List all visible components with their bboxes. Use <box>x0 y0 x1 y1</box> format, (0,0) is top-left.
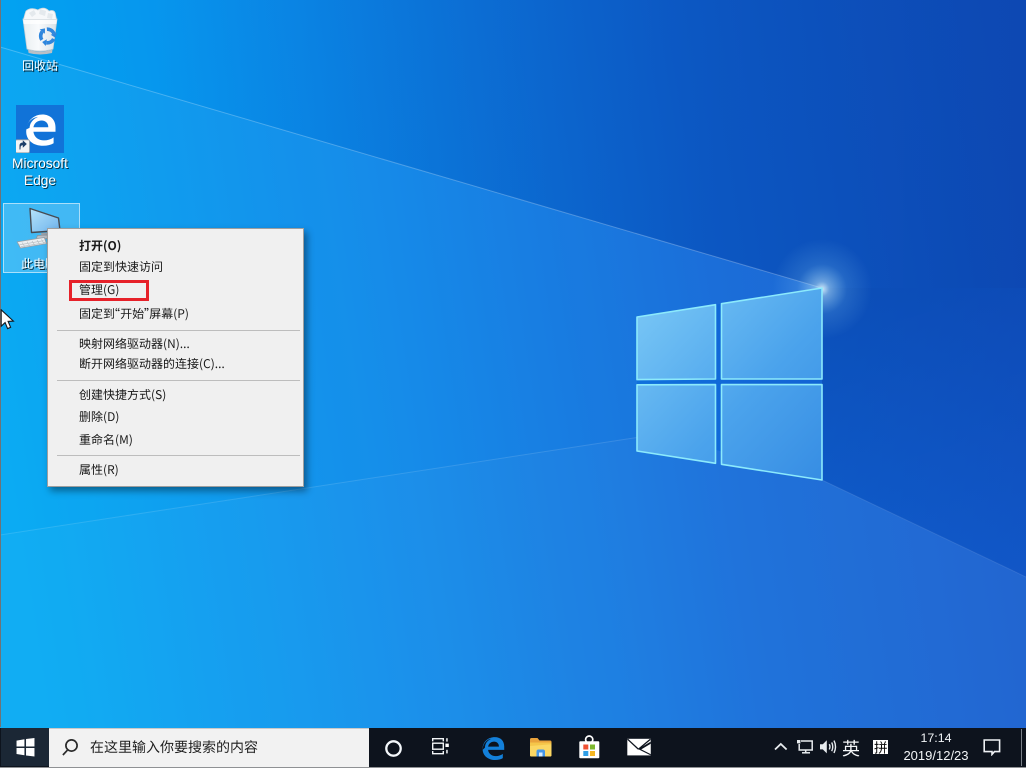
svg-text:Microsoft: Microsoft <box>12 156 68 171</box>
svg-text:17:14: 17:14 <box>920 731 951 745</box>
svg-text:2019/12/23: 2019/12/23 <box>903 748 968 763</box>
svg-text:Edge: Edge <box>24 173 57 188</box>
